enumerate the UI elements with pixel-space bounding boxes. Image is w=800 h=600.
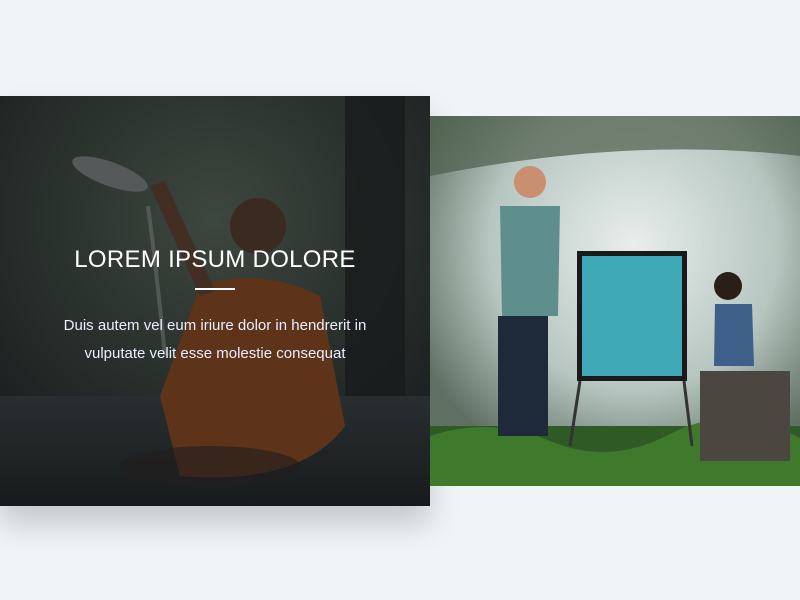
card-description: Duis autem vel eum iriure dolor in hendr… — [63, 317, 367, 362]
title-divider — [195, 288, 235, 290]
card-title: LOREM IPSUM DOLORE — [74, 246, 356, 273]
caption: LOREM IPSUM DOLORE Duis autem vel eum ir… — [0, 246, 430, 368]
feature-card: LOREM IPSUM DOLORE Duis autem vel eum ir… — [0, 96, 430, 506]
teacher-photo-card — [430, 116, 800, 486]
teacher-photo — [430, 116, 800, 486]
